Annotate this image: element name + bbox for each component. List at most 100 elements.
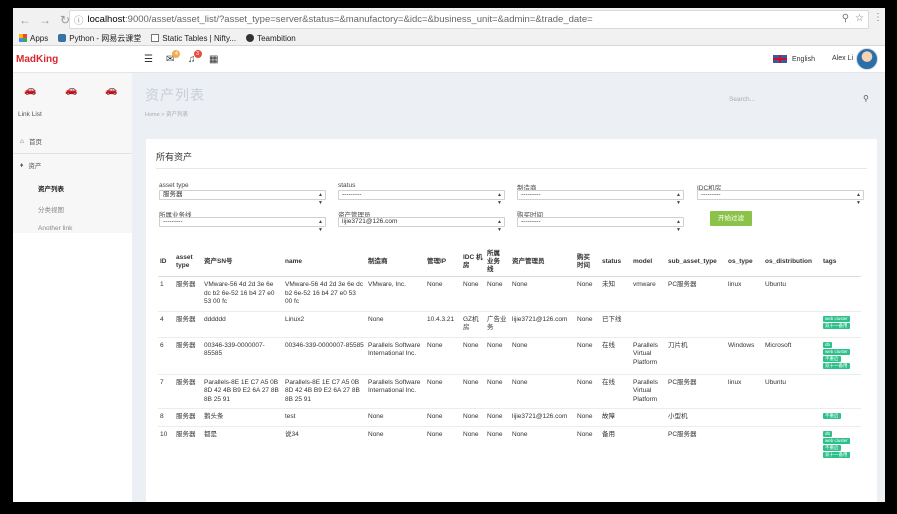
asset-type-select[interactable]: 服务器 ▲ ▼ (159, 190, 326, 206)
table-cell-type: 服务器 (174, 373, 202, 409)
table-row[interactable]: 6 服务器 00346-339-0000007-85585 00346-339-000… (158, 336, 861, 374)
grid-icon[interactable]: ▦ (209, 54, 218, 65)
sidebar-item-category-view[interactable]: 分类视图 (38, 204, 64, 214)
table-cell-sn[interactable]: dddddd (202, 310, 283, 337)
column-header[interactable]: tags (821, 248, 861, 277)
table-cell-name[interactable]: test (283, 408, 366, 426)
table-cell-status: 故障 (600, 408, 631, 426)
tag-badge[interactable]: web cluster (823, 348, 850, 355)
column-header[interactable]: IDC 机房 (461, 248, 485, 277)
column-header[interactable]: model (631, 248, 666, 277)
mail-icon[interactable]: ✉ 4 (166, 50, 181, 65)
table-cell-sn[interactable]: 都是 (202, 425, 283, 463)
brand-logo[interactable]: MadKing (16, 54, 58, 65)
sidebar-divider (13, 153, 132, 154)
table-cell-name[interactable]: VMware-56 4d 2d 3e 6e dc b2 6e-52 16 b4 … (283, 276, 366, 311)
table-cell-sn[interactable]: 鹅头条 (202, 408, 283, 426)
column-header[interactable]: 制造商 (366, 248, 425, 277)
table-cell-model: vmware (631, 276, 666, 311)
bookmark-python[interactable]: Python - 网易云课堂 (58, 33, 141, 44)
column-header[interactable]: status (600, 248, 631, 277)
table-row[interactable]: 7 服务器 Parallels-8E 1E C7 A5 0B 8D 42 4B B9… (158, 373, 861, 409)
car-icon[interactable]: 🚗 (105, 85, 117, 96)
sidebar-item-another-link[interactable]: Another link (38, 225, 72, 232)
sidebar-item-asset-list[interactable]: 资产列表 (38, 183, 64, 193)
table-cell-manufactory: None (366, 310, 425, 337)
bell-icon[interactable]: ♫ 3 (188, 50, 202, 65)
idc-select[interactable]: --------- ▲ ▼ (697, 190, 864, 206)
sidebar-item-home[interactable]: ⌂ 首页 (13, 136, 132, 147)
column-header[interactable]: asset type (174, 248, 202, 277)
column-header[interactable]: 所属 业务 线 (485, 248, 510, 277)
car-icon[interactable]: 🚗 (65, 85, 77, 96)
tag-badge[interactable]: 双十一备用 (823, 451, 850, 458)
bookmark-teambition[interactable]: Teambition (246, 34, 296, 43)
table-cell-manufactory: None (366, 425, 425, 463)
main-content: 资产列表 Home > 资产列表 Search... ⚲ 所有资产 asset … (132, 73, 885, 502)
column-header[interactable]: os_distribution (763, 248, 821, 277)
table-cell-manufactory: Parallels Software International Inc. (366, 373, 425, 409)
table-cell-name[interactable]: Linux2 (283, 310, 366, 337)
tag-badge[interactable]: 双十一备用 (823, 362, 850, 369)
table-cell-trade: None (575, 310, 600, 337)
status-select[interactable]: --------- ▲ ▼ (338, 190, 505, 206)
table-cell-admin: lijie3721@126.com (510, 310, 575, 337)
back-icon[interactable]: ← (17, 12, 33, 28)
table-row[interactable]: 1 服务器 VMware-56 4d 2d 3e 6e dc b2 6e-52 16… (158, 276, 861, 311)
tag-badge[interactable]: 双十一备用 (823, 322, 850, 329)
tag-badge[interactable]: web cluster (823, 437, 850, 444)
asset-table: ID asset type 资产SN号 name 制造商 管理IP IDC 机房… (158, 248, 861, 463)
tag-badge[interactable]: web cluster (823, 315, 850, 322)
table-cell-sn[interactable]: VMware-56 4d 2d 3e 6e dc b2 6e-52 16 b4 … (202, 276, 283, 311)
column-header[interactable]: name (283, 248, 366, 277)
tag-badge[interactable]: db (823, 341, 833, 348)
info-icon[interactable]: ⓘ (74, 13, 84, 27)
table-row[interactable]: 4 服务器 dddddd Linux2 None 10.4.3.21 GZ机房 广告业务 lij… (158, 310, 861, 337)
bookmark-star-icon[interactable]: ☆ (855, 13, 864, 24)
trade-date-select[interactable]: --------- ▲ ▼ (517, 217, 684, 233)
table-cell-name[interactable]: 00346-339-0000007-85585 (283, 336, 366, 374)
business-select[interactable]: --------- ▲ ▼ (159, 217, 326, 233)
tag-badge[interactable]: db (823, 430, 833, 437)
tag-badge[interactable]: 不重启 (823, 413, 841, 419)
tag-badge[interactable]: 不重启 (823, 444, 841, 451)
table-row[interactable]: 8 服务器 鹅头条 test None None None None lijie3721@126… (158, 408, 861, 426)
menu-kebab-icon[interactable]: ⋮ (873, 12, 883, 23)
hamburger-menu-icon[interactable]: ☰ (144, 54, 153, 65)
zoom-icon[interactable]: ⚲ (842, 13, 849, 24)
table-cell-sn[interactable]: Parallels-8E 1E C7 A5 0B 8D 42 4B B9 E2 … (202, 373, 283, 409)
avatar[interactable] (856, 48, 878, 70)
table-cell-sn[interactable]: 00346-339-0000007-85585 (202, 336, 283, 374)
table-cell-admin: None (510, 276, 575, 311)
column-header[interactable]: 购买 时间 (575, 248, 600, 277)
search-icon[interactable]: ⚲ (863, 94, 869, 103)
bookmark-apps[interactable]: Apps (19, 34, 48, 43)
table-cell-name[interactable]: 说34 (283, 425, 366, 463)
tag-badge[interactable]: 不重启 (823, 355, 841, 362)
car-icon[interactable]: 🚗 (24, 85, 36, 96)
table-cell-name[interactable]: Parallels-8E 1E C7 A5 0B 8D 42 4B B9 E2 … (283, 373, 366, 409)
table-cell-business: None (485, 276, 510, 311)
table-cell-dist (763, 408, 821, 426)
manufactory-select[interactable]: --------- ▲ ▼ (517, 190, 684, 206)
address-bar[interactable]: ⓘ localhost :9000/asset/asset_list/?asse… (69, 10, 869, 29)
sidebar-item-assets[interactable]: ♦ 资产 (13, 160, 132, 171)
user-name[interactable]: Alex Li (832, 55, 853, 62)
table-row[interactable]: 10 服务器 都是 说34 None None None None None None 备用 PC服务… (158, 425, 861, 463)
table-cell-id: 7 (158, 373, 174, 409)
search-input[interactable]: Search... (729, 96, 869, 103)
admin-select[interactable]: lijie3721@126.com ▲ ▼ (338, 217, 505, 233)
bookmark-static-tables[interactable]: Static Tables | Nifty... (151, 34, 236, 43)
table-cell-dist: Ubuntu (763, 276, 821, 311)
column-header[interactable]: ID (158, 248, 174, 277)
language-switcher[interactable]: English (773, 55, 815, 63)
forward-icon[interactable]: → (37, 12, 53, 28)
column-header[interactable]: sub_asset_type (666, 248, 726, 277)
column-header[interactable]: 资产管理员 (510, 248, 575, 277)
column-header[interactable]: os_type (726, 248, 763, 277)
column-header[interactable]: 资产SN号 (202, 248, 283, 277)
breadcrumb[interactable]: Home > 资产列表 (145, 110, 188, 118)
start-filter-button[interactable]: 开始过滤 (710, 211, 752, 226)
table-cell-ip: None (425, 408, 461, 426)
column-header[interactable]: 管理IP (425, 248, 461, 277)
